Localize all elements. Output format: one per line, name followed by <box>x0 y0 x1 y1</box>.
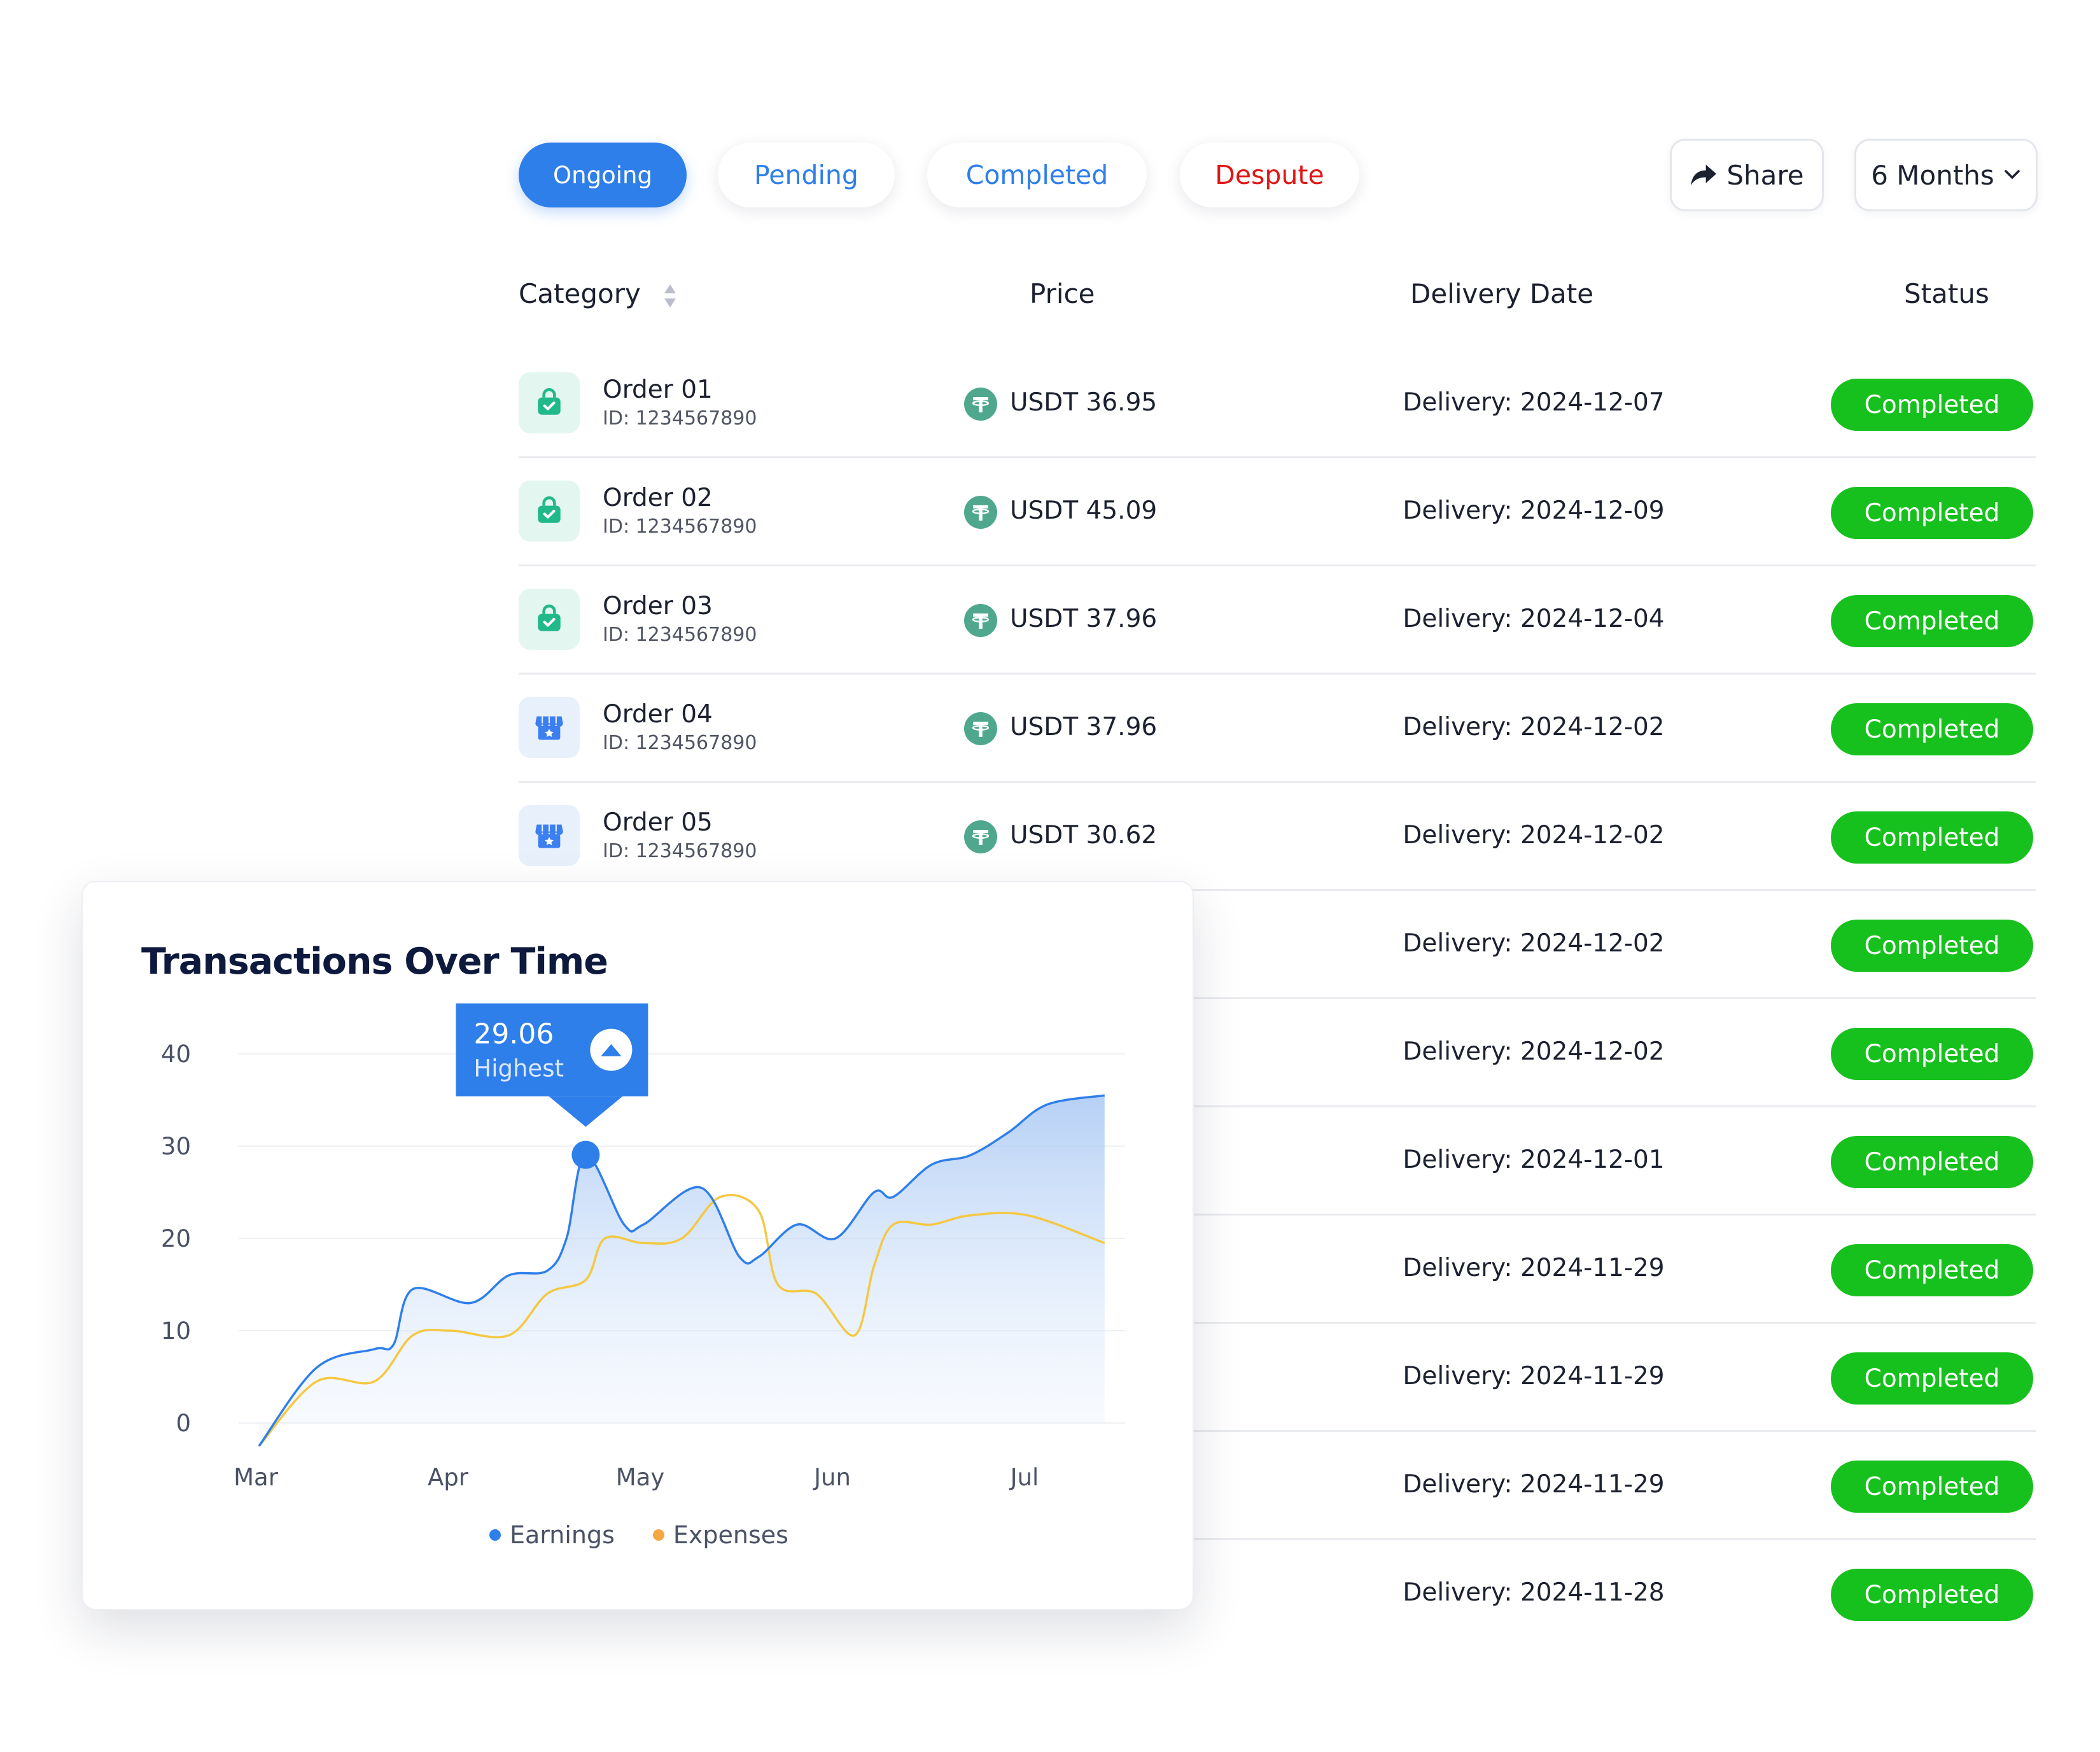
order-name: Order 04 <box>603 700 713 729</box>
order-price: USDT 37.96 <box>1010 605 1158 633</box>
order-price: USDT 36.95 <box>1010 388 1158 417</box>
order-price: USDT 45.09 <box>1010 496 1158 525</box>
status-badge[interactable]: Completed <box>1831 379 2033 431</box>
legend-earnings[interactable]: Earnings <box>489 1521 615 1549</box>
x-tick-label: Apr <box>428 1464 469 1491</box>
order-name: Order 02 <box>603 484 713 512</box>
x-tick-label: Mar <box>234 1464 279 1491</box>
tab-ongoing[interactable]: Ongoing <box>519 143 687 207</box>
order-price: USDT 37.96 <box>1010 713 1158 741</box>
earnings-area <box>259 1095 1105 1447</box>
status-badge[interactable]: Completed <box>1831 1569 2033 1621</box>
order-id: ID: 1234567890 <box>603 407 757 430</box>
period-label: 6 Months <box>1871 159 1994 191</box>
tooltip-value: 29.06 <box>473 1018 554 1051</box>
order-id: ID: 1234567890 <box>603 624 757 646</box>
delivery-date: Delivery: 2024-11-29 <box>1403 1254 1665 1282</box>
order-id: ID: 1234567890 <box>603 840 757 862</box>
tether-icon <box>964 712 997 745</box>
chart-legend: Earnings Expenses <box>83 1521 1195 1549</box>
tether-icon <box>964 820 997 853</box>
header-status: Status <box>1904 278 1989 309</box>
category-icon-box <box>519 589 580 650</box>
y-tick-label: 40 <box>161 1041 191 1068</box>
y-tick-label: 0 <box>176 1410 191 1437</box>
status-badge[interactable]: Completed <box>1831 920 2033 972</box>
status-badge[interactable]: Completed <box>1831 1352 2033 1405</box>
header-category[interactable]: Category <box>519 275 677 313</box>
table-row[interactable]: Order 05 ID: 1234567890 USDT 30.62 Delivery… <box>519 783 2036 891</box>
share-button[interactable]: Share <box>1670 139 1824 211</box>
highest-point-marker[interactable] <box>571 1140 600 1169</box>
order-name: Order 05 <box>603 808 713 837</box>
header-delivery-date: Delivery Date <box>1410 278 1594 309</box>
delivery-date: Delivery: 2024-12-02 <box>1403 821 1665 850</box>
tether-icon <box>964 388 997 421</box>
delivery-date: Delivery: 2024-11-29 <box>1403 1470 1665 1499</box>
chevron-down-icon <box>2004 170 2020 179</box>
x-tick-label: Jul <box>1009 1464 1039 1491</box>
table-row[interactable]: Order 02 ID: 1234567890 USDT 45.09 Delivery… <box>519 458 2036 566</box>
order-price: USDT 30.62 <box>1010 821 1158 850</box>
status-badge[interactable]: Completed <box>1831 1136 2033 1188</box>
table-row[interactable]: Order 03 ID: 1234567890 USDT 37.96 Delivery… <box>519 566 2036 675</box>
legend-expenses[interactable]: Expenses <box>652 1521 788 1549</box>
share-label: Share <box>1726 159 1804 191</box>
header-price: Price <box>1030 278 1095 309</box>
shopping-bag-icon <box>538 604 561 631</box>
status-badge[interactable]: Completed <box>1831 487 2033 539</box>
tooltip-label: Highest <box>473 1055 564 1083</box>
category-icon-box <box>519 805 580 866</box>
x-tick-label: May <box>616 1464 665 1491</box>
tab-pending[interactable]: Pending <box>718 143 895 207</box>
table-row[interactable]: Order 04 ID: 1234567890 USDT 37.96 Delivery… <box>519 675 2036 783</box>
status-badge[interactable]: Completed <box>1831 1461 2033 1513</box>
delivery-date: Delivery: 2024-12-07 <box>1403 388 1665 417</box>
y-tick-label: 30 <box>161 1133 191 1160</box>
order-name: Order 01 <box>603 375 713 404</box>
order-id: ID: 1234567890 <box>603 732 757 754</box>
delivery-date: Delivery: 2024-12-09 <box>1403 496 1665 525</box>
header-category-label: Category <box>519 278 641 309</box>
expenses-dot-icon <box>652 1529 664 1541</box>
status-badge[interactable]: Completed <box>1831 1244 2033 1296</box>
tab-completed[interactable]: Completed <box>927 143 1147 207</box>
status-badge[interactable]: Completed <box>1831 703 2033 755</box>
tab-despute[interactable]: Despute <box>1180 143 1359 207</box>
status-badge[interactable]: Completed <box>1831 1028 2033 1080</box>
period-select[interactable]: 6 Months <box>1854 139 2038 211</box>
share-icon <box>1691 164 1717 186</box>
y-tick-label: 20 <box>161 1225 191 1252</box>
delivery-date: Delivery: 2024-12-02 <box>1403 1037 1665 1066</box>
status-badge[interactable]: Completed <box>1831 595 2033 647</box>
category-icon-box <box>519 697 580 758</box>
category-icon-box <box>519 480 580 542</box>
order-id: ID: 1234567890 <box>603 515 757 538</box>
legend-earnings-label: Earnings <box>510 1521 615 1549</box>
legend-expenses-label: Expenses <box>673 1521 788 1549</box>
order-name: Order 03 <box>603 592 713 620</box>
x-tick-label: Jun <box>813 1464 851 1491</box>
table-row[interactable]: Order 01 ID: 1234567890 USDT 36.95 Delivery… <box>519 350 2036 458</box>
tether-icon <box>964 496 997 529</box>
sort-icon[interactable] <box>663 283 677 309</box>
delivery-date: Delivery: 2024-12-02 <box>1403 929 1665 958</box>
earnings-dot-icon <box>489 1529 501 1541</box>
delivery-date: Delivery: 2024-12-01 <box>1403 1146 1665 1174</box>
delivery-date: Delivery: 2024-12-02 <box>1403 713 1665 741</box>
highest-tooltip: 29.06 Highest <box>456 1003 648 1127</box>
shopping-bag-icon <box>538 496 561 523</box>
shopping-bag-icon <box>538 388 561 415</box>
store-icon <box>535 824 563 848</box>
delivery-date: Delivery: 2024-11-28 <box>1403 1578 1665 1607</box>
status-badge[interactable]: Completed <box>1831 811 2033 864</box>
store-icon <box>535 716 563 740</box>
category-icon-box <box>519 372 580 433</box>
transactions-chart: 0 10 20 30 40 Mar Apr May Jun Jul 29.06 Highest <box>161 1003 1125 1491</box>
delivery-date: Delivery: 2024-11-29 <box>1403 1362 1665 1391</box>
tether-icon <box>964 604 997 637</box>
transactions-chart-card: Transactions Over Time 0 10 20 30 40 Mar Apr M… <box>81 881 1194 1610</box>
delivery-date: Delivery: 2024-12-04 <box>1403 605 1665 633</box>
y-tick-label: 10 <box>161 1317 191 1345</box>
